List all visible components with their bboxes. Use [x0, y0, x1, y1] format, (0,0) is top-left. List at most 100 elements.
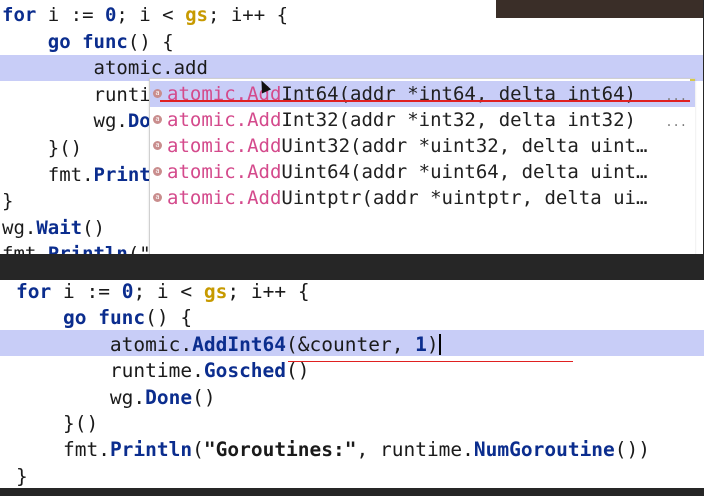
function-kind-icon: a — [153, 89, 162, 98]
autocomplete-match-text: atomic.Add — [167, 135, 282, 157]
code-token: Println — [48, 243, 128, 254]
autocomplete-item[interactable]: a atomic.AddInt64(addr *int64, delta int6… — [150, 81, 695, 107]
code-token: Print — [93, 163, 151, 186]
autocomplete-item-label: atomic.AddUint64(addr *uint64, delta uin… — [167, 159, 647, 185]
autocomplete-match-text: atomic.Add — [167, 161, 282, 183]
autocomplete-item[interactable]: a atomic.AddUint64(addr *uint64, delta ui… — [150, 159, 695, 185]
editor-top-panel[interactable]: for i := 0; i < gs; i++ { go func() { at… — [0, 0, 703, 254]
function-kind-icon: a — [153, 193, 162, 202]
annotation-underline-bottom — [288, 361, 573, 362]
autocomplete-signature: Int32(addr *int32, delta int32) — [281, 109, 636, 131]
code-token: ; i < — [116, 4, 186, 26]
code-token: i := — [51, 280, 122, 303]
code-token: for — [16, 280, 52, 303]
code-token: ; i++ { — [207, 4, 289, 26]
code-token: () { — [127, 30, 174, 53]
function-kind-icon: a — [153, 141, 162, 150]
code-editor-bottom[interactable]: for i := 0; i < gs; i++ { go func() { at… — [16, 279, 650, 490]
code-token: 1 — [415, 332, 427, 356]
autocomplete-match-text: atomic.Add — [167, 109, 282, 131]
code-token: runti — [93, 83, 151, 106]
webcam-overlay — [496, 0, 703, 18]
code-token: for — [2, 4, 37, 26]
code-line[interactable]: } — [16, 464, 650, 490]
code-token: Wait — [36, 216, 83, 239]
code-token: func — [82, 30, 128, 53]
annotation-underline-top — [160, 100, 690, 102]
code-line[interactable]: fmt.Println("Goroutines:", runtime.NumGo… — [16, 437, 650, 463]
code-token: () — [286, 359, 310, 383]
code-token: } — [2, 190, 14, 213]
autocomplete-item[interactable]: a atomic.AddUintptr(addr *uintptr, delta … — [150, 185, 695, 211]
code-token: wg. — [109, 385, 146, 409]
autocomplete-signature: Uintptr(addr *uintptr, delta ui… — [281, 187, 648, 209]
code-token: Do — [127, 110, 151, 133]
code-token: }() — [62, 411, 99, 435]
autocomplete-item-label: atomic.AddUint32(addr *uint32, delta uin… — [167, 133, 647, 159]
code-token: 0 — [104, 4, 117, 26]
code-token: AddInt64 — [192, 332, 287, 356]
code-token: go — [62, 306, 87, 330]
code-token: ) — [426, 332, 439, 356]
code-line[interactable]: }() — [16, 411, 650, 437]
autocomplete-match-text: atomic.Add — [167, 187, 282, 209]
code-token: () { — [145, 306, 193, 330]
autocomplete-popup[interactable]: a atomic.AddInt64(addr *int64, delta int6… — [149, 78, 695, 254]
text-caret — [438, 333, 441, 355]
autocomplete-item-label: atomic.AddInt64(addr *int64, delta int64… — [167, 81, 636, 107]
autocomplete-item[interactable]: a atomic.AddInt32(addr *int32, delta int3… — [150, 107, 695, 133]
autocomplete-item-label: atomic.AddUintptr(addr *uintptr, delta u… — [167, 185, 647, 211]
code-token: NumGoroutine — [473, 438, 615, 462]
code-line[interactable]: for i := 0; i < gs; i++ { — [2, 2, 288, 29]
code-token: Done — [145, 385, 193, 409]
code-token: runtime. — [109, 359, 204, 383]
code-line[interactable]: runtime.Gosched() — [16, 358, 650, 384]
code-token: atomic.add — [93, 57, 208, 80]
more-info-icon[interactable]: ... — [665, 109, 687, 135]
code-token: ()) — [614, 438, 651, 462]
function-kind-icon: a — [153, 115, 162, 124]
code-token: ; i++ { — [227, 280, 310, 303]
code-token: }() — [47, 136, 83, 159]
code-token: fmt. — [62, 438, 110, 462]
code-line[interactable]: atomic.AddInt64(&counter, 1) — [16, 332, 650, 358]
code-token: () — [192, 385, 216, 409]
code-line[interactable]: for i := 0; i < gs; i++ { — [16, 279, 650, 305]
code-token: func — [98, 306, 146, 330]
code-line[interactable]: go func() { — [2, 29, 288, 56]
autocomplete-item-label: atomic.AddInt32(addr *int32, delta int32… — [167, 107, 636, 133]
code-line[interactable]: wg.Done() — [16, 385, 650, 411]
code-token: fmt. — [2, 243, 48, 254]
code-token: gs — [203, 280, 228, 303]
code-line[interactable]: go func() { — [16, 305, 650, 331]
code-token: (&counter, — [286, 332, 416, 356]
code-token: } — [16, 464, 28, 488]
more-info-icon[interactable]: ... — [665, 83, 687, 109]
code-token: wg. — [93, 110, 128, 133]
code-token: Gosched — [203, 359, 287, 383]
autocomplete-item[interactable]: a atomic.AddUint32(addr *uint32, delta ui… — [150, 133, 695, 159]
autocomplete-signature: Uint32(addr *uint32, delta uint… — [281, 135, 648, 157]
code-token: "Goroutines:" — [203, 438, 357, 462]
code-token: ; i < — [133, 280, 204, 303]
code-token: i := — [36, 4, 105, 26]
function-kind-icon: a — [153, 167, 162, 176]
code-token: go — [47, 30, 71, 53]
code-token: , runtime. — [356, 438, 474, 462]
code-token: 0 — [121, 280, 134, 303]
code-token: wg. — [2, 216, 37, 239]
code-token: ( — [192, 438, 204, 462]
